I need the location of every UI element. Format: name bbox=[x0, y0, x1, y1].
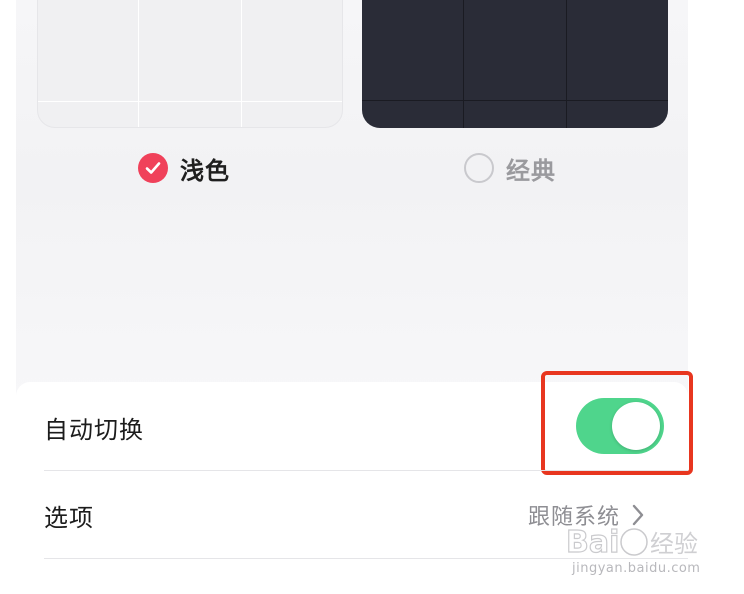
radio-unchecked[interactable] bbox=[464, 153, 494, 183]
grid-line bbox=[463, 0, 464, 128]
grid-line bbox=[362, 100, 668, 101]
grid-line bbox=[566, 0, 567, 128]
theme-option-classic[interactable]: 经典 bbox=[464, 150, 556, 186]
theme-option-label: 经典 bbox=[506, 156, 556, 185]
light-theme-preview[interactable] bbox=[37, 0, 343, 128]
options-label: 选项 bbox=[44, 503, 94, 532]
grid-line bbox=[38, 101, 342, 102]
classic-theme-preview[interactable] bbox=[362, 0, 668, 128]
theme-option-label: 浅色 bbox=[180, 156, 230, 185]
auto-switch-toggle[interactable] bbox=[576, 398, 664, 454]
check-icon bbox=[145, 162, 161, 174]
svg-text:Bai: Bai bbox=[566, 525, 619, 560]
left-margin bbox=[0, 0, 16, 594]
svg-text:经验: 经验 bbox=[650, 530, 698, 558]
radio-checked[interactable] bbox=[138, 153, 168, 183]
right-margin bbox=[688, 0, 744, 594]
watermark-url: jingyan.baidu.com bbox=[572, 561, 701, 576]
toggle-knob bbox=[612, 402, 660, 450]
auto-switch-label: 自动切换 bbox=[44, 415, 144, 444]
grid-line bbox=[138, 0, 139, 127]
grid-line bbox=[241, 0, 242, 127]
theme-option-light[interactable]: 浅色 bbox=[138, 150, 230, 186]
